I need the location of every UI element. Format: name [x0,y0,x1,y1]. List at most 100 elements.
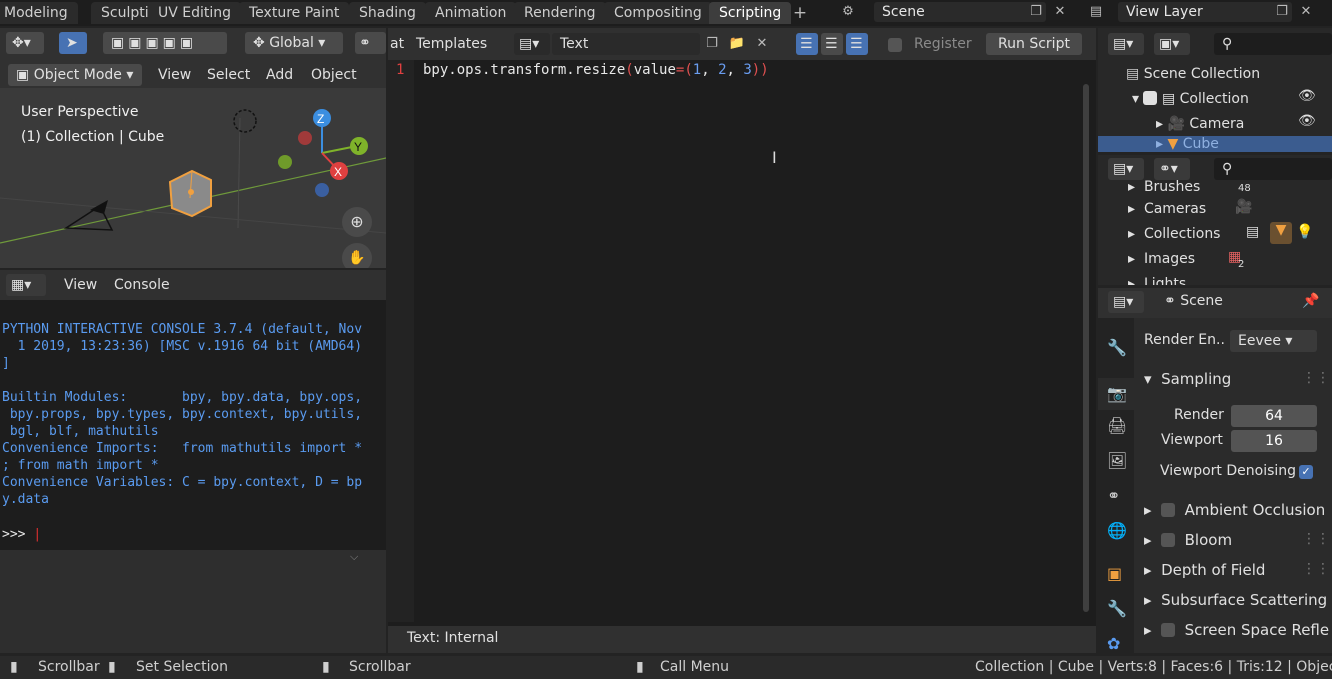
tab-animation[interactable]: Animation [425,2,517,24]
scene-tab-icon[interactable]: ⚭ [1107,486,1120,505]
drag-handle-icon[interactable]: ⋮⋮ [1302,370,1330,386]
editor-type-icon[interactable]: ✥▾ [6,32,44,54]
viewport-denoising-checkbox[interactable]: ✓ [1299,465,1313,479]
outliner-search-input[interactable]: ⚲ [1214,33,1332,55]
render-samples-field[interactable]: 64 [1231,405,1317,427]
delete-scene-icon[interactable]: ✕ [1050,2,1070,22]
browser-search-input[interactable]: ⚲ [1214,158,1332,180]
blend-file-browser[interactable]: ▤▾ ⚭▾ ⚲ ▸ Brushes 48 ▸ Cameras 🎥 ▸ Colle… [1098,155,1332,285]
outliner[interactable]: ▤▾ ▣▾ ⚲ ▤ Scene Collection ▾ ▤ Collectio… [1098,28,1332,152]
browser-item-images[interactable]: ▸ Images [1128,247,1195,271]
outliner-collection[interactable]: ▾ ▤ Collection [1132,87,1249,111]
view-layer-field[interactable]: View Layer [1118,2,1292,22]
object-tab-icon[interactable]: ▣ [1107,564,1122,583]
transform-orientation-dropdown[interactable]: ✥ Global ▾ [245,32,343,54]
browser-item-lights[interactable]: ▸ Lights [1128,272,1186,285]
tab-compositing[interactable]: Compositing [604,2,712,24]
outliner-scene-collection[interactable]: ▤ Scene Collection [1126,62,1260,86]
mode-dropdown[interactable]: ▣ Object Mode ▾ [8,64,142,86]
text-name-field[interactable]: Text [552,33,700,55]
console-menu-view[interactable]: View [56,274,105,296]
mesh-data-icon[interactable]: ▼ [1270,222,1292,244]
register-checkbox[interactable] [888,38,902,52]
outliner-cube-row[interactable]: ▸ ▼ Cube [1098,136,1332,152]
output-tab-icon[interactable]: 🖨 [1107,416,1127,435]
selection-mode-icons[interactable]: ▣▣▣▣▣ [103,32,227,54]
drag-handle-icon[interactable]: ⋮⋮ [1302,561,1330,577]
modifier-tab-icon[interactable]: 🔧 [1107,599,1127,618]
ambient-occlusion-checkbox[interactable] [1161,503,1176,517]
browser-item-cameras[interactable]: ▸ Cameras [1128,197,1206,221]
subsurface-scattering-panel[interactable]: ▸ Subsurface Scattering [1144,591,1327,609]
text-editor[interactable]: at Templates ▤▾ Text ❐ 📁 ✕ ☰ ☰ ☰ Registe… [388,28,1096,653]
open-text-icon[interactable]: 📁 [727,34,747,54]
console-prompt[interactable]: >>> | [2,527,41,542]
console-menu-console[interactable]: Console [106,274,178,296]
outliner-editor-type-icon[interactable]: ▤▾ [1108,33,1144,55]
depth-of-field-panel[interactable]: ▸ Depth of Field [1144,561,1265,579]
properties-editor-type-icon[interactable]: ▤▾ [1108,291,1144,313]
browser-item-collections[interactable]: ▸ Collections [1128,222,1220,246]
render-tab[interactable]: 📷 [1098,378,1134,410]
view-layer-icon[interactable]: ▤ [1086,2,1106,22]
text-browse-icon[interactable]: ▤▾ [514,33,550,55]
view-layer-tab-icon[interactable]: 🖼 [1107,451,1127,470]
browser-item-brushes[interactable]: ▸ Brushes [1128,175,1200,199]
bloom-panel[interactable]: ▸ Bloom [1144,531,1232,549]
snap-icon[interactable]: ⚭ [355,32,386,54]
sampling-panel-header[interactable]: ▾ Sampling [1144,370,1231,388]
world-tab-icon[interactable]: 🌐 [1107,521,1127,540]
scene-selector-icon[interactable]: ⚙ [838,2,858,22]
syntax-highlight-toggle-icon[interactable]: ☰ [846,33,868,55]
viewport-samples-field[interactable]: 16 [1231,430,1317,452]
eye-icon[interactable]: 👁 [1298,113,1316,129]
menu-templates[interactable]: Templates [408,33,495,55]
ambient-occlusion-panel[interactable]: ▸ Ambient Occlusion [1144,501,1325,519]
tab-scripting[interactable]: Scripting [709,2,792,24]
menu-add[interactable]: Add [258,64,301,86]
expand-arrow-icon[interactable]: ▸ [1156,116,1163,132]
select-tool-icon[interactable]: ➤ [59,32,87,54]
word-wrap-toggle-icon[interactable]: ☰ [821,33,843,55]
new-text-icon[interactable]: ❐ [702,34,722,54]
menu-select[interactable]: Select [199,64,258,86]
pin-icon[interactable]: 📌 [1302,293,1319,309]
new-view-layer-icon[interactable]: ❐ [1272,2,1292,22]
unlink-text-icon[interactable]: ✕ [752,34,772,54]
delete-view-layer-icon[interactable]: ✕ [1296,2,1316,22]
eye-icon[interactable]: 👁 [1298,88,1316,104]
run-script-button[interactable]: Run Script [986,33,1082,55]
menu-object[interactable]: Object [303,64,365,86]
properties-editor[interactable]: ▤▾ ⚭ Scene 📌 🔧 📷 🖨 🖼 ⚭ 🌐 ▣ 🔧 ✿ Render En… [1098,288,1332,653]
collection-checkbox[interactable] [1143,91,1158,105]
tab-texture-paint[interactable]: Texture Paint [239,2,350,24]
tab-modeling[interactable]: Modeling [0,2,78,24]
new-scene-icon[interactable]: ❐ [1026,2,1046,22]
tool-tab-icon[interactable]: 🔧 [1107,338,1127,357]
tab-shading[interactable]: Shading [349,2,426,24]
scene-name-field[interactable]: Scene [874,2,1046,22]
editor-scrollbar[interactable] [1083,84,1089,612]
pan-hand-icon[interactable]: ✋ [347,248,367,268]
tab-rendering[interactable]: Rendering [514,2,606,24]
tab-uv-editing[interactable]: UV Editing [148,2,242,24]
expand-arrow-icon[interactable]: ▸ [1156,136,1163,152]
zoom-icon[interactable]: ⊕ [347,212,367,232]
expand-arrow-icon[interactable]: ▾ [1132,91,1139,107]
render-engine-dropdown[interactable]: Eevee ▾ [1230,330,1317,352]
menu-view[interactable]: View [150,64,199,86]
particles-tab-icon[interactable]: ✿ [1107,634,1120,653]
python-console[interactable]: ▦▾ View Console PYTHON INTERACTIVE CONSO… [0,270,386,653]
bloom-checkbox[interactable] [1161,533,1176,547]
3d-viewport[interactable]: Z Y X ⊕ ✋ ✥▾ ➤ ▣▣▣▣▣ ✥ Global ▾ ⚭ ▣ Obje… [0,28,386,268]
ssr-checkbox[interactable] [1161,623,1176,637]
line-numbers-toggle-icon[interactable]: ☰ [796,33,818,55]
menu-format-fragment[interactable]: at [390,33,404,55]
console-editor-type-icon[interactable]: ▦▾ [6,274,46,296]
screen-space-reflections-panel[interactable]: ▸ Screen Space Refle [1144,621,1329,639]
add-workspace-icon[interactable]: + [790,3,810,23]
display-mode-icon[interactable]: ▣▾ [1154,33,1190,55]
drag-handle-icon[interactable]: ⋮⋮ [1302,531,1330,547]
code-line[interactable]: bpy.ops.transform.resize(value=(1, 2, 3)… [423,62,769,78]
collapse-icon[interactable]: ⌵ [350,550,358,564]
